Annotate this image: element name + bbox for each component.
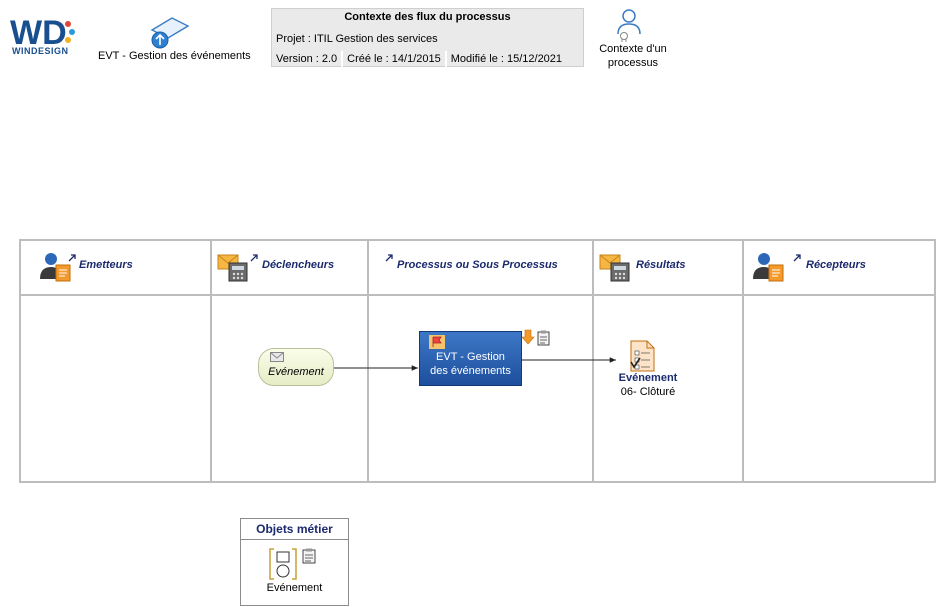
- person-document-icon: [753, 253, 784, 282]
- shortcut-arrow-icon: [68, 254, 76, 262]
- process-node[interactable]: EVT - Gestion des événements: [419, 331, 522, 386]
- lane-header-declencheurs[interactable]: Déclencheurs: [212, 241, 369, 296]
- objets-metier-panel: Objets métier Evénement: [240, 518, 349, 606]
- process-up-icon: [150, 17, 190, 49]
- lane-body-processus: [369, 296, 594, 481]
- cartouche-created: Créé le : 14/1/2015: [343, 51, 447, 67]
- trigger-event-node[interactable]: Evénement: [258, 348, 334, 386]
- context-label[interactable]: Contexte d'un processus: [590, 42, 676, 70]
- shortcut-arrow-icon: [250, 254, 258, 262]
- result-subtitle: 06- Clôturé: [620, 386, 676, 398]
- cartouche: Contexte des flux du processus Projet : …: [271, 8, 584, 67]
- lane-body-recepteurs: [744, 296, 934, 481]
- lane-header-emetteurs[interactable]: Emetteurs: [21, 241, 212, 296]
- mail-phone-icon: [217, 254, 248, 282]
- lane-label-resultats: Résultats: [636, 259, 686, 271]
- down-arrow-icon: [522, 329, 535, 345]
- logo-text: WINDESIGN: [12, 46, 69, 56]
- objets-metier-title: Objets métier: [241, 519, 348, 540]
- context-person-icon[interactable]: [614, 8, 644, 42]
- envelope-icon: [270, 352, 284, 362]
- lane-body-declencheurs: [212, 296, 369, 481]
- cartouche-version: Version : 2.0: [272, 51, 344, 67]
- process-label: EVT - Gestion des événements: [430, 351, 511, 377]
- mail-phone-icon: [599, 254, 630, 282]
- lane-label-emetteurs: Emetteurs: [79, 259, 133, 271]
- lane-label-recepteurs: Récepteurs: [806, 259, 866, 271]
- process-status-icons: [522, 329, 550, 346]
- objets-metier-item-label: Evénement: [266, 582, 323, 594]
- cartouche-modified: Modifié le : 15/12/2021: [450, 53, 563, 65]
- lane-header-recepteurs[interactable]: Récepteurs: [744, 241, 934, 296]
- shortcut-arrow-icon: [793, 254, 801, 262]
- lane-label-processus: Processus ou Sous Processus: [397, 259, 558, 271]
- clipboard-icon: [302, 548, 316, 564]
- flag-icon: [429, 335, 445, 349]
- cartouche-meta: Version : 2.0 Créé le : 14/1/2015 Modifi…: [272, 51, 583, 67]
- trigger-event-label: Evénement: [268, 366, 324, 378]
- shortcut-arrow-icon: [385, 254, 393, 262]
- business-object-icon[interactable]: [269, 548, 297, 580]
- process-title: EVT - Gestion des événements: [98, 50, 251, 62]
- lane-header-resultats[interactable]: Résultats: [594, 241, 744, 296]
- cartouche-project: Projet : ITIL Gestion des services: [276, 33, 438, 45]
- lane-header-processus[interactable]: Processus ou Sous Processus: [369, 241, 594, 296]
- cartouche-title: Contexte des flux du processus: [344, 11, 511, 23]
- result-title[interactable]: Evénement: [606, 372, 690, 384]
- checklist-document-icon[interactable]: [627, 340, 657, 372]
- lane-body-emetteurs: [21, 296, 212, 481]
- lane-label-declencheurs: Déclencheurs: [262, 259, 335, 271]
